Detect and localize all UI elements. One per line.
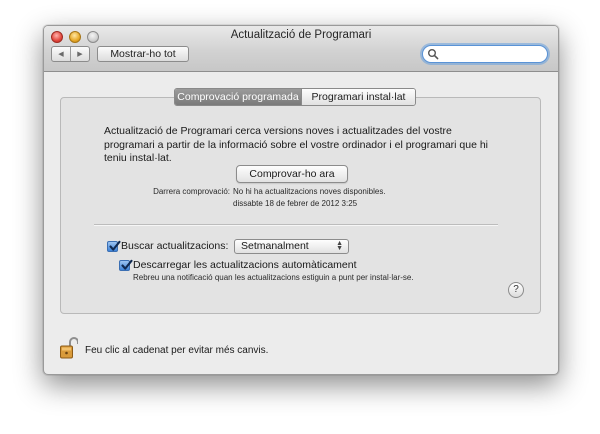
preferences-window: Actualització de Programari ◀ ▶ Mostrar-… xyxy=(43,25,559,375)
forward-button[interactable]: ▶ xyxy=(70,47,89,61)
tab-scheduled-check[interactable]: Comprovació programada xyxy=(175,89,301,105)
window-title: Actualització de Programari xyxy=(230,29,372,41)
frequency-value: Setmanalment xyxy=(241,240,309,252)
back-button[interactable]: ◀ xyxy=(52,47,70,61)
last-check-label: Darrera comprovació: xyxy=(153,187,230,196)
tab-installed-software[interactable]: Programari instal·lat xyxy=(301,89,415,105)
checkmark-icon xyxy=(109,240,121,251)
titlebar: Actualització de Programari ◀ ▶ Mostrar-… xyxy=(44,26,558,72)
show-all-button[interactable]: Mostrar-ho tot xyxy=(97,46,189,62)
tab-bar: Comprovació programada Programari instal… xyxy=(174,88,416,106)
auto-download-label: Descarregar les actualitzacions automàti… xyxy=(133,259,357,271)
help-button[interactable]: ? xyxy=(508,282,524,298)
checkmark-icon xyxy=(121,259,133,270)
search-field[interactable] xyxy=(422,45,548,63)
auto-download-note: Rebreu una notificació quan les actualit… xyxy=(133,273,414,282)
description-text: Actualització de Programari cerca versio… xyxy=(104,125,489,164)
frequency-select[interactable]: Setmanalment ▲ ▼ xyxy=(234,239,349,254)
auto-download-checkbox[interactable] xyxy=(119,259,133,271)
search-input[interactable] xyxy=(441,47,541,61)
last-check-status: No hi ha actualitzacions noves disponibl… xyxy=(233,187,386,196)
lock-message: Feu clic al cadenat per evitar més canvi… xyxy=(85,345,269,356)
separator xyxy=(94,224,498,226)
lock-icon[interactable] xyxy=(60,337,78,359)
check-now-button[interactable]: Comprovar-ho ara xyxy=(236,165,348,183)
check-updates-label: Buscar actualitzacions: xyxy=(121,240,229,252)
back-forward-control: ◀ ▶ xyxy=(51,46,90,62)
search-icon xyxy=(428,49,439,60)
select-arrows-icon: ▲ ▼ xyxy=(336,240,343,252)
last-check-date: dissabte 18 de febrer de 2012 3:25 xyxy=(233,199,358,208)
check-updates-checkbox[interactable] xyxy=(107,240,121,252)
